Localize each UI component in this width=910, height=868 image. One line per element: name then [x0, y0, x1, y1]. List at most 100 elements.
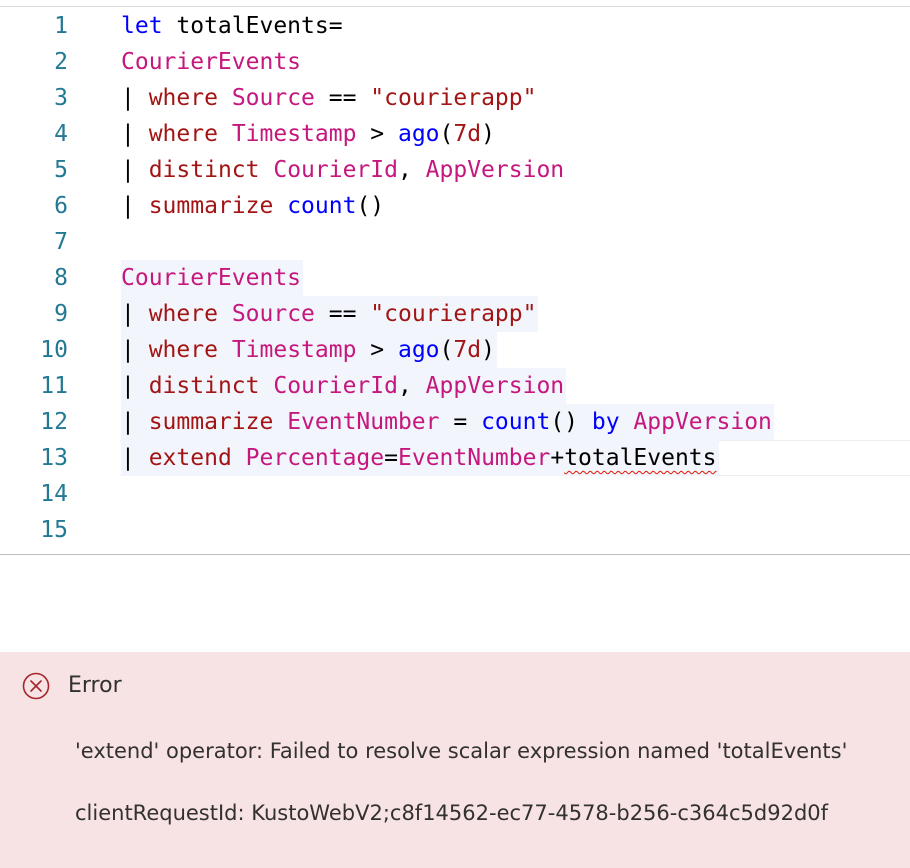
code-line[interactable]: 10 | where Timestamp > ago(7d)	[0, 332, 910, 368]
code-line[interactable]: 8 CourierEvents	[0, 260, 910, 296]
code-token: "courierapp"	[370, 85, 537, 111]
code-token: >	[356, 121, 398, 147]
code-token: |	[121, 193, 149, 219]
code-token: 7d	[453, 337, 482, 363]
code-text[interactable]: | distinct CourierId, AppVersion	[121, 152, 564, 188]
code-text[interactable]: | where Timestamp > ago(7d)	[121, 332, 497, 368]
code-token: where	[148, 85, 218, 111]
code-token: ()	[356, 193, 385, 219]
code-token: where	[148, 301, 218, 327]
code-token: Timestamp	[231, 121, 357, 147]
code-token: CourierEvents	[121, 265, 302, 291]
code-token: let	[121, 13, 163, 39]
code-token: |	[121, 373, 149, 399]
code-token: ago	[397, 121, 440, 147]
code-line[interactable]: 7	[0, 224, 910, 260]
code-token: |	[121, 409, 149, 435]
code-token: count	[287, 193, 357, 219]
code-token: 7d	[453, 121, 482, 147]
code-token: )	[481, 337, 495, 363]
code-line[interactable]: 12 | summarize EventNumber = count() by A…	[0, 404, 910, 440]
line-number: 8	[54, 265, 68, 291]
code-token: ,	[397, 373, 426, 399]
code-line[interactable]: 13 | extend Percentage=EventNumber+totalE…	[0, 440, 910, 476]
code-line[interactable]: 6 | summarize count()	[0, 188, 910, 224]
line-number: 7	[54, 229, 68, 255]
code-token: )	[481, 121, 495, 147]
code-token: EventNumber	[398, 445, 551, 471]
error-circle-x-icon	[22, 672, 50, 700]
line-number: 1	[54, 13, 68, 39]
code-line[interactable]: 4 | where Timestamp > ago(7d)	[0, 116, 910, 152]
code-text[interactable]: | where Source == "courierapp"	[121, 296, 539, 332]
code-token: |	[121, 301, 149, 327]
code-token: distinct	[148, 157, 260, 183]
code-token: where	[148, 337, 218, 363]
line-number: 12	[40, 409, 68, 435]
code-text[interactable]: | distinct CourierId, AppVersion	[121, 368, 567, 404]
error-title: Error	[68, 673, 122, 698]
code-token: CourierId	[273, 373, 398, 399]
code-token: by	[591, 409, 620, 435]
code-line[interactable]: 11 | distinct CourierId, AppVersion	[0, 368, 910, 404]
code-token: ==	[314, 301, 371, 327]
code-token: "courierapp"	[370, 301, 537, 327]
code-token: extend	[148, 445, 232, 471]
code-text[interactable]: | where Timestamp > ago(7d)	[121, 116, 495, 152]
error-request-id: clientRequestId: KustoWebV2;c8f14562-ec7…	[75, 801, 829, 825]
code-text[interactable]: | summarize EventNumber = count() by App…	[121, 404, 774, 440]
code-token: =	[439, 409, 482, 435]
code-text[interactable]: CourierEvents	[121, 44, 301, 80]
code-token: (	[439, 337, 454, 363]
error-message: 'extend' operator: Failed to resolve sca…	[75, 739, 848, 763]
code-token: Percentage	[245, 445, 385, 471]
code-line[interactable]: 5 | distinct CourierId, AppVersion	[0, 152, 910, 188]
code-token: Source	[231, 85, 315, 111]
code-line[interactable]: 3 | where Source == "courierapp"	[0, 80, 910, 116]
code-token: AppVersion	[425, 373, 565, 399]
code-token: ,	[397, 157, 426, 183]
code-token: (	[439, 121, 454, 147]
code-token: summarize	[148, 409, 274, 435]
line-number: 9	[54, 301, 68, 327]
query-editor[interactable]: 1 let totalEvents= 2 CourierEvents 3 | where …	[0, 6, 910, 555]
code-text[interactable]: | summarize count()	[121, 188, 384, 224]
code-text[interactable]: CourierEvents	[121, 260, 304, 296]
code-token: count	[481, 409, 551, 435]
code-token: CourierEvents	[121, 49, 302, 75]
code-token: |	[121, 445, 149, 471]
line-number: 4	[54, 121, 68, 147]
line-number: 5	[54, 157, 68, 183]
code-token: ago	[397, 337, 440, 363]
code-line[interactable]: 1 let totalEvents=	[0, 8, 910, 44]
line-number: 2	[54, 49, 68, 75]
line-number: 3	[54, 85, 68, 111]
code-token: Timestamp	[231, 337, 357, 363]
code-text[interactable]: let totalEvents=	[121, 8, 343, 44]
error-token: totalEvents	[564, 445, 717, 471]
line-number: 11	[40, 373, 68, 399]
code-line[interactable]: 2 CourierEvents	[0, 44, 910, 80]
line-number: 14	[40, 481, 68, 507]
code-token: =	[384, 445, 398, 471]
code-text[interactable]: | extend Percentage=EventNumber+totalEve…	[121, 440, 719, 476]
code-token: |	[121, 337, 149, 363]
code-text[interactable]: | where Source == "courierapp"	[121, 80, 536, 116]
code-line[interactable]: 14	[0, 476, 910, 512]
code-token: |	[121, 157, 149, 183]
code-token: totalEvents=	[162, 13, 343, 39]
code-token: summarize	[148, 193, 274, 219]
code-line[interactable]: 15	[0, 512, 910, 548]
code-token: ==	[314, 85, 371, 111]
code-line[interactable]: 9 | where Source == "courierapp"	[0, 296, 910, 332]
code-token: +	[550, 445, 565, 471]
